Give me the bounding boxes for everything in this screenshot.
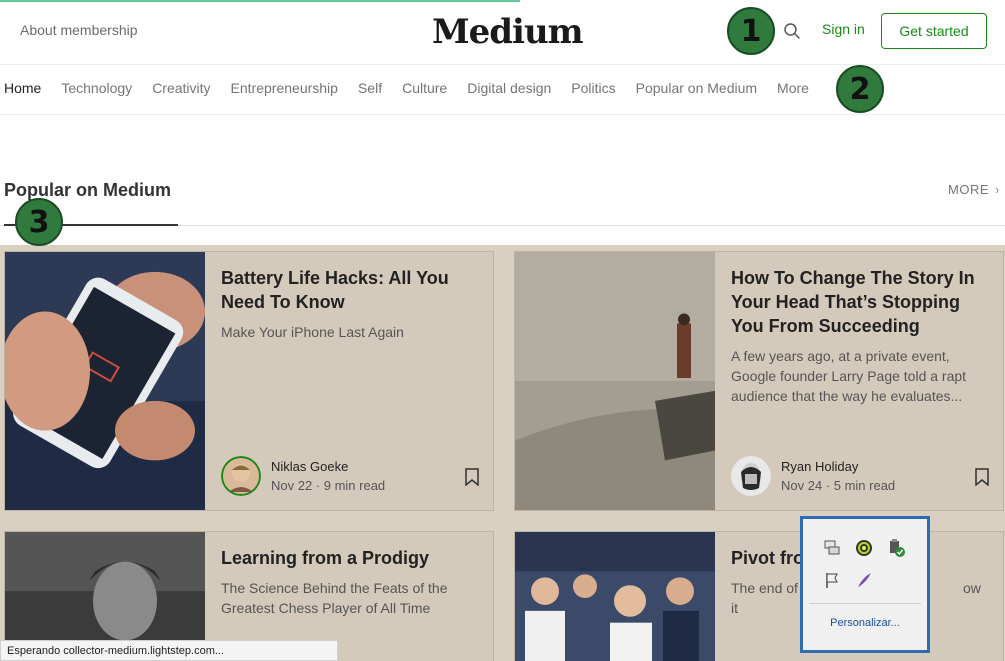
bookmark-icon[interactable] <box>975 468 989 486</box>
flag-icon[interactable] <box>823 571 841 589</box>
nav-item-more[interactable]: More <box>777 80 809 96</box>
author-block: Niklas Goeke Nov 22 · 9 min read <box>221 456 385 496</box>
antivirus-icon[interactable] <box>855 539 873 557</box>
annotation-badge-3: 3 <box>15 198 63 246</box>
author-block: Ryan Holiday Nov 24 · 5 min read <box>731 456 895 496</box>
quill-icon[interactable] <box>855 571 873 589</box>
story-card[interactable]: Battery Life Hacks: All You Need To Know… <box>4 251 494 511</box>
story-subtitle[interactable]: The Science Behind the Feats of the Grea… <box>221 578 479 618</box>
story-card[interactable]: How To Change The Story In Your Head Tha… <box>514 251 1004 511</box>
search-icon[interactable] <box>783 22 801 40</box>
usb-device-icon[interactable] <box>887 539 905 557</box>
nav-item-technology[interactable]: Technology <box>61 80 132 96</box>
tray-separator <box>809 603 921 604</box>
nav-item-digital-design[interactable]: Digital design <box>467 80 551 96</box>
about-membership-link[interactable]: About membership <box>20 22 138 38</box>
nav-item-entrepreneurship[interactable]: Entrepreneurship <box>231 80 338 96</box>
story-title[interactable]: Learning from a Prodigy <box>221 546 479 570</box>
annotation-badge-1: 1 <box>727 7 775 55</box>
story-subtitle[interactable]: Make Your iPhone Last Again <box>221 322 479 342</box>
customize-link[interactable]: Personalizar... <box>803 617 927 629</box>
story-meta: Nov 22 · 9 min read <box>271 478 386 493</box>
system-tray-popup: Personalizar... <box>800 516 930 653</box>
get-started-button[interactable]: Get started <box>881 13 987 49</box>
story-meta: Nov 24 · 5 min read <box>781 478 896 493</box>
nav-item-creativity[interactable]: Creativity <box>152 80 210 96</box>
story-subtitle[interactable]: A few years ago, at a private event, Goo… <box>731 346 989 406</box>
author-name[interactable]: Niklas Goeke <box>271 459 385 474</box>
story-image-students[interactable] <box>515 532 715 661</box>
nav-item-politics[interactable]: Politics <box>571 80 615 96</box>
story-title[interactable]: Battery Life Hacks: All You Need To Know <box>221 266 479 314</box>
sign-in-link[interactable]: Sign in <box>822 21 865 37</box>
avatar[interactable] <box>731 456 771 496</box>
page-load-progress <box>0 0 520 2</box>
chevron-right-icon: › <box>995 182 1000 197</box>
section-title: Popular on Medium <box>4 180 172 200</box>
nav-item-culture[interactable]: Culture <box>402 80 447 96</box>
story-card[interactable]: Pivot fro The end of ow it <box>514 531 1004 661</box>
topic-nav: Home Technology Creativity Entrepreneurs… <box>4 80 809 96</box>
author-name[interactable]: Ryan Holiday <box>781 459 895 474</box>
story-title[interactable]: How To Change The Story In Your Head Tha… <box>731 266 989 338</box>
medium-logo[interactable]: Medium <box>432 12 584 52</box>
more-link[interactable]: MORE › <box>948 182 1000 197</box>
story-image-phone-battery[interactable] <box>5 252 205 510</box>
browser-status-bar: Esperando collector-medium.lightstep.com… <box>0 640 338 661</box>
story-image-woman-lake[interactable] <box>515 252 715 510</box>
nav-item-popular[interactable]: Popular on Medium <box>636 80 757 96</box>
more-label: MORE <box>948 182 989 197</box>
story-subtitle-start: The end of <box>731 580 798 596</box>
annotation-badge-2: 2 <box>836 65 884 113</box>
nav-divider <box>0 114 1005 115</box>
network-icon[interactable] <box>823 539 841 557</box>
avatar[interactable] <box>221 456 261 496</box>
nav-item-self[interactable]: Self <box>358 80 382 96</box>
bookmark-icon[interactable] <box>465 468 479 486</box>
nav-item-home[interactable]: Home <box>4 80 41 96</box>
